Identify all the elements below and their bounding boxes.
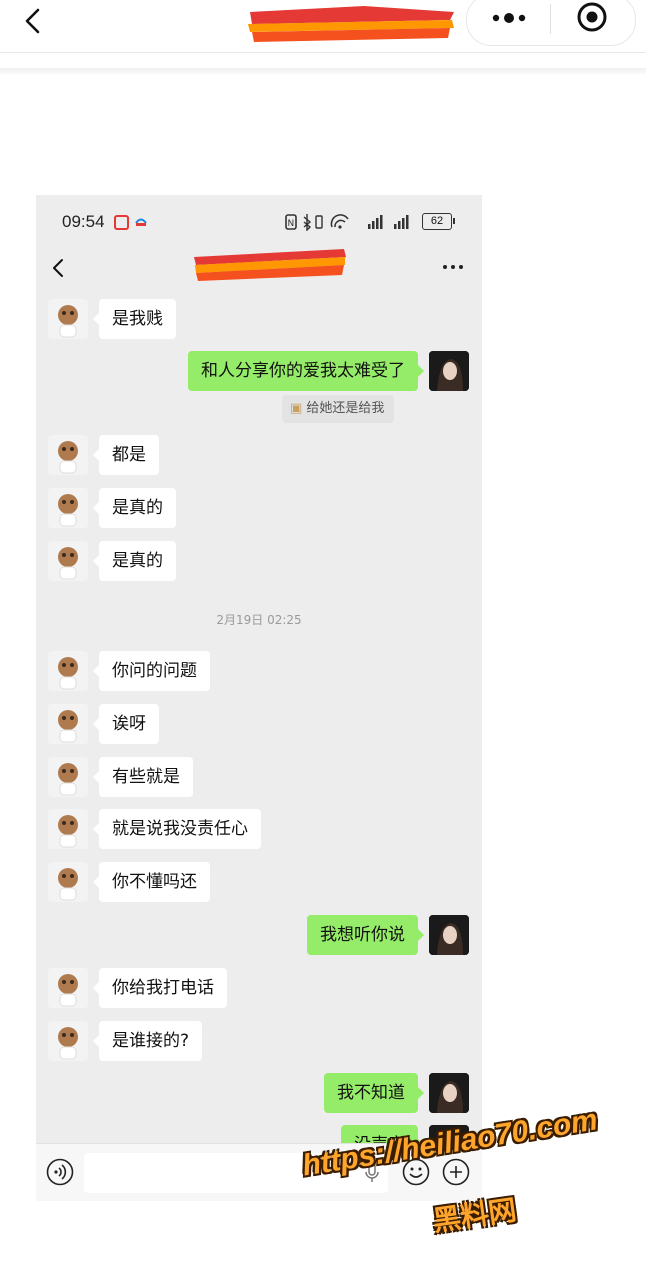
target-circle-icon[interactable] <box>572 0 612 38</box>
more-dots-icon[interactable] <box>486 4 536 32</box>
svg-text:N: N <box>288 219 295 229</box>
contact-avatar[interactable] <box>48 488 88 528</box>
capsule-divider <box>550 4 551 34</box>
received-message[interactable]: 你不懂吗还 <box>93 862 210 902</box>
sent-message[interactable]: 我想听你说 <box>307 915 424 955</box>
received-message[interactable]: 你问的问题 <box>93 651 210 691</box>
redaction-mark <box>194 249 346 281</box>
quoted-reply[interactable]: ▣ 给她还是给我 <box>282 395 395 423</box>
voice-icon[interactable] <box>46 1158 74 1186</box>
contact-avatar[interactable] <box>48 704 88 744</box>
my-avatar[interactable] <box>429 1073 469 1113</box>
contact-avatar[interactable] <box>48 651 88 691</box>
my-avatar[interactable] <box>429 351 469 391</box>
received-message[interactable]: 是谁接的? <box>92 1021 203 1061</box>
contact-avatar[interactable] <box>48 541 88 581</box>
received-message[interactable]: 是真的 <box>93 541 176 581</box>
battery-tip <box>453 218 455 224</box>
contact-avatar[interactable] <box>48 968 88 1008</box>
back-icon[interactable] <box>18 6 48 36</box>
sent-message[interactable]: 和人分享你的爱我太难受了 <box>188 351 424 391</box>
received-message[interactable]: 诶呀 <box>93 704 159 744</box>
sent-message[interactable]: 我不知道 <box>324 1073 424 1113</box>
contact-avatar[interactable] <box>48 1021 88 1061</box>
notification-icon <box>114 215 129 230</box>
contact-avatar[interactable] <box>48 299 88 339</box>
more-horizontal-icon[interactable] <box>440 257 466 277</box>
received-message[interactable]: 是真的 <box>93 488 176 528</box>
chat-back-icon[interactable] <box>50 257 66 279</box>
received-message[interactable]: 有些就是 <box>93 757 193 797</box>
contact-avatar[interactable] <box>48 809 88 849</box>
app-notification-icon <box>135 218 147 226</box>
chat-timestamp: 2月19日 02:25 <box>216 613 302 627</box>
quote-text: 给她还是给我 <box>306 401 385 416</box>
received-message[interactable]: 就是说我没责任心 <box>93 809 261 849</box>
header-divider <box>0 52 646 53</box>
quote-file-icon: ▣ <box>290 401 307 416</box>
received-message[interactable]: 你给我打电话 <box>93 968 227 1008</box>
contact-avatar[interactable] <box>48 757 88 797</box>
chat-screenshot: 09:54 N 62 是我贱 和人分享你的爱我太难受了 ▣ 给她还是给我 都是 是真的是… <box>36 195 482 1201</box>
status-time: 09:54 <box>62 212 105 231</box>
received-message[interactable]: 都是 <box>93 435 159 475</box>
contact-avatar[interactable] <box>48 862 88 902</box>
redaction-mark <box>248 6 454 42</box>
plus-icon[interactable] <box>442 1158 470 1186</box>
battery-indicator: 62 <box>422 213 452 230</box>
header-shadow <box>0 68 646 74</box>
contact-avatar[interactable] <box>48 435 88 475</box>
my-avatar[interactable] <box>429 915 469 955</box>
received-message[interactable]: 是我贱 <box>93 299 176 339</box>
